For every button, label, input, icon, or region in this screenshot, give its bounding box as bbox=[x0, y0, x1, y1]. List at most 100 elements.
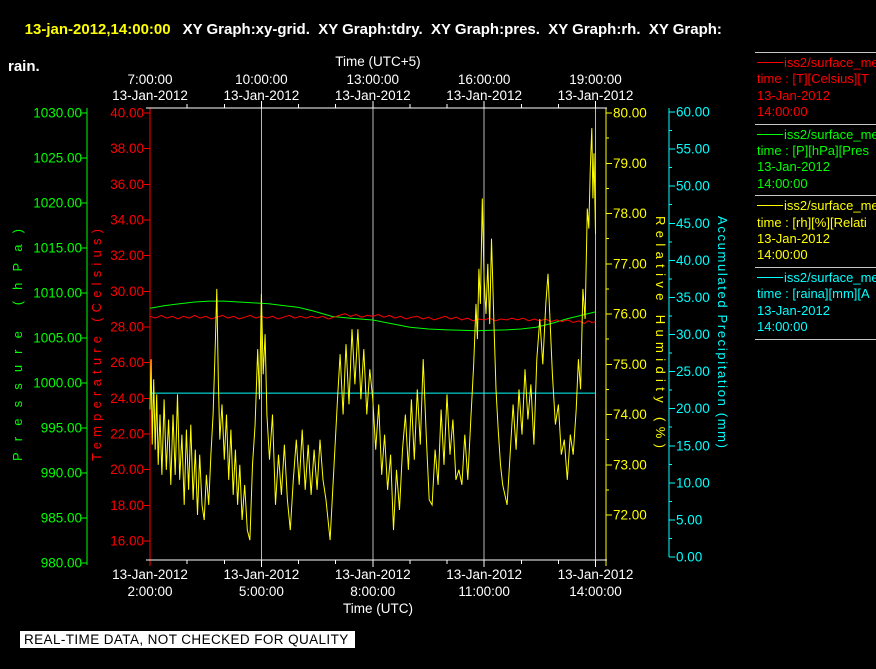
legend-source-row: iss2/surface_me bbox=[757, 55, 876, 71]
bottom-date-tick-label: 13-Jan-2012 bbox=[558, 567, 634, 582]
legend-source-row: iss2/surface_me bbox=[757, 198, 876, 214]
legend-field-label: time : [rh][%][Relati bbox=[757, 214, 867, 230]
precipitation-tick-label: 30.00 bbox=[676, 327, 710, 342]
top-time-tick-label: 7:00:00 bbox=[127, 72, 172, 87]
top-time-tick-label: 19:00:00 bbox=[569, 72, 622, 87]
precipitation-tick-label: 5.00 bbox=[676, 512, 702, 527]
relative_humidity-tick-label: 72.00 bbox=[613, 508, 647, 523]
top-time-tick-label: 16:00:00 bbox=[458, 72, 511, 87]
bottom-time-tick-label: 14:00:00 bbox=[569, 584, 622, 599]
precipitation-tick-label: 25.00 bbox=[676, 364, 710, 379]
top-date-tick-label: 13-Jan-2012 bbox=[335, 88, 411, 103]
legend-date-label: 13-Jan-2012 bbox=[757, 159, 830, 175]
legend-date-label: 13-Jan-2012 bbox=[757, 302, 830, 318]
legend-line-swatch-icon bbox=[757, 276, 783, 278]
legend-field-label: time : [P][hPa][Pres bbox=[757, 143, 869, 159]
legend-entry: iss2/surface_me time : [rh][%][Relati 13… bbox=[755, 195, 876, 267]
precipitation-tick-label: 0.00 bbox=[676, 550, 702, 565]
bottom-time-tick-label: 2:00:00 bbox=[127, 584, 172, 599]
precipitation-tick-label: 10.00 bbox=[676, 475, 710, 490]
top-date-tick-label: 13-Jan-2012 bbox=[446, 88, 522, 103]
temperature-tick-label: 20.00 bbox=[110, 462, 144, 477]
legend-source-label: iss2/surface_me bbox=[784, 55, 876, 70]
legend-time-label: 14:00:00 bbox=[757, 104, 808, 120]
relative_humidity-tick-label: 76.00 bbox=[613, 307, 647, 322]
relative_humidity-tick-label: 75.00 bbox=[613, 357, 647, 372]
legend-line-swatch-icon bbox=[757, 62, 783, 63]
bottom-date-tick-label: 13-Jan-2012 bbox=[335, 567, 411, 582]
bottom-axis-title: Time (UTC) bbox=[343, 601, 413, 616]
pressure-tick-label: 1030.00 bbox=[33, 106, 82, 121]
top-date-tick-label: 13-Jan-2012 bbox=[558, 88, 634, 103]
temperature-tick-label: 40.00 bbox=[110, 106, 144, 121]
top-time-tick-label: 13:00:00 bbox=[346, 72, 399, 87]
relative_humidity-tick-label: 77.00 bbox=[613, 256, 647, 271]
temperature-tick-label: 24.00 bbox=[110, 391, 144, 406]
legend-time-label: 14:00:00 bbox=[757, 175, 808, 191]
precipitation-tick-label: 60.00 bbox=[676, 105, 710, 120]
legend-line-swatch-icon bbox=[757, 205, 783, 207]
precipitation-axis-title: Accumulated Precipitation (mm) bbox=[715, 216, 730, 448]
legend-entry: iss2/surface_me time : [P][hPa][Pres 13-… bbox=[755, 123, 876, 196]
legend-source-row: iss2/surface_me bbox=[757, 270, 876, 286]
bottom-time-tick-label: 5:00:00 bbox=[239, 584, 284, 599]
pressure-tick-label: 985.00 bbox=[41, 511, 82, 526]
relative_humidity-axis-title: Relative Humidity (%) bbox=[653, 216, 668, 448]
top-time-tick-label: 10:00:00 bbox=[235, 72, 288, 87]
temperature-tick-label: 32.00 bbox=[110, 248, 144, 263]
bottom-date-tick-label: 13-Jan-2012 bbox=[112, 567, 188, 582]
temperature-tick-label: 34.00 bbox=[110, 213, 144, 228]
pressure-tick-label: 1000.00 bbox=[33, 376, 82, 391]
pressure-tick-label: 1025.00 bbox=[33, 151, 82, 166]
bottom-time-tick-label: 11:00:00 bbox=[458, 584, 510, 599]
legend-panel: iss2/surface_me time : [T][Celsius][T 13… bbox=[755, 52, 876, 340]
pressure-tick-label: 980.00 bbox=[41, 556, 82, 571]
legend-source-label: iss2/surface_me bbox=[784, 126, 876, 142]
quality-banner: REAL-TIME DATA, NOT CHECKED FOR QUALITY bbox=[20, 631, 355, 648]
precipitation-tick-label: 40.00 bbox=[676, 253, 710, 268]
temperature-tick-label: 36.00 bbox=[110, 177, 144, 192]
relative_humidity-tick-label: 73.00 bbox=[613, 457, 647, 472]
pressure-tick-label: 990.00 bbox=[41, 466, 82, 481]
legend-source-label: iss2/surface_me bbox=[784, 269, 876, 285]
precipitation-tick-label: 45.00 bbox=[676, 216, 710, 231]
pressure-tick-label: 1010.00 bbox=[33, 286, 82, 301]
bottom-date-tick-label: 13-Jan-2012 bbox=[223, 567, 299, 582]
precipitation-tick-label: 35.00 bbox=[676, 290, 710, 305]
legend-time-label: 14:00:00 bbox=[757, 319, 808, 335]
precipitation-tick-label: 15.00 bbox=[676, 438, 710, 453]
temperature-tick-label: 26.00 bbox=[110, 355, 144, 370]
temperature-axis-title: Temperature (Celsius) bbox=[89, 229, 104, 461]
temperature-tick-label: 18.00 bbox=[110, 498, 144, 513]
legend-source-row: iss2/surface_me bbox=[757, 127, 876, 143]
legend-date-label: 13-Jan-2012 bbox=[757, 231, 830, 247]
xy-plot-canvas[interactable]: 980.00 985.00 990.00 995.00 1000.00 1005.00 10… bbox=[0, 0, 876, 669]
top-date-tick-label: 13-Jan-2012 bbox=[223, 88, 299, 103]
top-date-tick-label: 13-Jan-2012 bbox=[112, 88, 188, 103]
precipitation-tick-label: 55.00 bbox=[676, 142, 710, 157]
legend-time-label: 14:00:00 bbox=[757, 247, 808, 263]
pressure-tick-label: 995.00 bbox=[41, 421, 82, 436]
pressure-tick-label: 1020.00 bbox=[33, 196, 82, 211]
relative_humidity-tick-label: 80.00 bbox=[613, 106, 647, 121]
top-axis-title: Time (UTC+5) bbox=[335, 54, 420, 69]
precipitation-tick-label: 50.00 bbox=[676, 179, 710, 194]
relative_humidity-tick-label: 79.00 bbox=[613, 156, 647, 171]
temperature-tick-label: 16.00 bbox=[110, 534, 144, 549]
temperature-tick-label: 38.00 bbox=[110, 141, 144, 156]
legend-field-label: time : [T][Celsius][T bbox=[757, 71, 869, 87]
bottom-time-tick-label: 8:00:00 bbox=[350, 584, 395, 599]
legend-line-swatch-icon bbox=[757, 133, 783, 135]
bottom-date-tick-label: 13-Jan-2012 bbox=[446, 567, 522, 582]
temperature-tick-label: 30.00 bbox=[110, 284, 144, 299]
pressure-tick-label: 1005.00 bbox=[33, 331, 82, 346]
legend-entry: iss2/surface_me time : [T][Celsius][T 13… bbox=[755, 52, 876, 124]
relative_humidity-tick-label: 78.00 bbox=[613, 206, 647, 221]
app-window: 13-jan-2012,14:00:00 XY Graph:xy-grid. XY… bbox=[0, 0, 876, 669]
precipitation-tick-label: 20.00 bbox=[676, 401, 710, 416]
relative_humidity-tick-label: 74.00 bbox=[613, 407, 647, 422]
temperature-tick-label: 22.00 bbox=[110, 427, 144, 442]
temperature-tick-label: 28.00 bbox=[110, 320, 144, 335]
pressure-tick-label: 1015.00 bbox=[33, 241, 82, 256]
pressure-axis-title: Pressure (hPa) bbox=[10, 229, 25, 461]
